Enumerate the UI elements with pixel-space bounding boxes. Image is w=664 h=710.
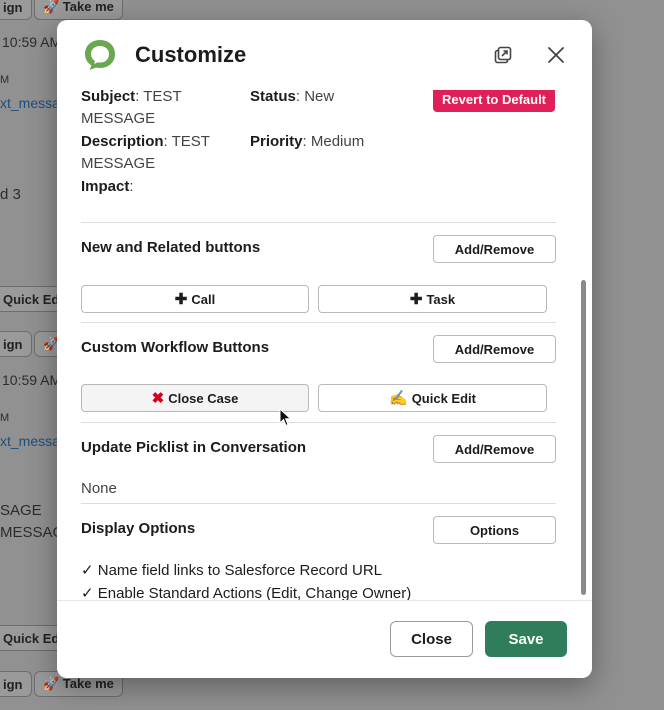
revert-to-default-button[interactable]: Revert to Default bbox=[433, 90, 555, 112]
task-label: Task bbox=[426, 291, 456, 307]
bg-chip-label: 🚀 Take me bbox=[43, 676, 114, 691]
popout-button[interactable] bbox=[488, 40, 518, 70]
subject-field: Subject: TEST MESSAGE bbox=[81, 90, 182, 127]
bg-link: xt_messa bbox=[0, 95, 60, 111]
status-field: Status: New bbox=[250, 90, 335, 105]
bg-chip-label: ign bbox=[3, 336, 23, 352]
divider bbox=[81, 422, 556, 423]
bg-text: M bbox=[0, 74, 10, 86]
display-option-name-links: ✓ Name field links to Salesforce Record … bbox=[81, 562, 383, 579]
customize-modal: Customize Subject: TEST MESSAGE Status: … bbox=[57, 20, 592, 678]
bg-chip-label: ign bbox=[3, 0, 23, 15]
writing-hand-icon: ✍ bbox=[389, 390, 408, 407]
priority-field: Priority: Medium bbox=[250, 133, 365, 150]
bg-text: d 3 bbox=[0, 186, 21, 203]
close-modal-button[interactable] bbox=[541, 40, 571, 70]
priority-label: Priority bbox=[250, 133, 303, 150]
bg-chip-label: ign bbox=[3, 676, 23, 692]
bg-chip-label: Quick Ed bbox=[3, 291, 60, 307]
workflow-add-remove-button[interactable]: Add/Remove bbox=[433, 335, 556, 363]
impact-label: Impact bbox=[81, 178, 130, 195]
picklist-title: Update Picklist in Conversation bbox=[81, 439, 307, 456]
bg-chip-label: 🚀 Take me bbox=[43, 0, 114, 14]
new-related-add-remove-button[interactable]: Add/Remove bbox=[433, 235, 556, 263]
bg-quick-edit-chip: Quick Ed bbox=[0, 286, 64, 312]
subject-label: Subject bbox=[81, 90, 136, 105]
mouse-cursor-icon bbox=[279, 408, 292, 427]
picklist-add-remove-button[interactable]: Add/Remove bbox=[433, 435, 556, 463]
plus-icon: ✚ bbox=[409, 291, 423, 308]
bg-chip: ign bbox=[0, 331, 32, 357]
popout-icon bbox=[494, 46, 512, 64]
impact-field: Impact: bbox=[81, 178, 134, 195]
close-icon bbox=[548, 47, 564, 63]
close-button[interactable]: Close bbox=[390, 621, 473, 657]
divider bbox=[81, 503, 556, 504]
app-logo-icon bbox=[85, 40, 115, 70]
modal-body[interactable]: Subject: TEST MESSAGE Status: New Revert… bbox=[57, 90, 592, 600]
bg-quick-edit-chip: Quick Ed bbox=[0, 625, 64, 651]
divider bbox=[81, 322, 556, 323]
picklist-value: None bbox=[81, 480, 117, 497]
close-case-label: Close Case bbox=[168, 390, 239, 406]
bg-link: xt_messa bbox=[0, 433, 60, 449]
task-button[interactable]: ✚ Task bbox=[318, 285, 547, 313]
scrollbar-thumb[interactable] bbox=[581, 280, 586, 595]
status-value: New bbox=[304, 90, 335, 105]
close-case-button[interactable]: ✖ Close Case bbox=[81, 384, 309, 412]
bg-text: M bbox=[0, 412, 10, 424]
call-button[interactable]: ✚ Call bbox=[81, 285, 309, 313]
display-options-title: Display Options bbox=[81, 520, 196, 537]
bg-chip-label: Quick Ed bbox=[3, 630, 60, 646]
priority-value: Medium bbox=[310, 133, 365, 150]
bg-text: SAGE bbox=[0, 502, 42, 519]
plus-icon: ✚ bbox=[174, 291, 188, 308]
call-label: Call bbox=[191, 291, 216, 307]
red-x-icon: ✖ bbox=[151, 390, 165, 407]
bg-text: MESSAG bbox=[0, 524, 65, 541]
quick-edit-label: Quick Edit bbox=[411, 390, 476, 406]
modal-header: Customize bbox=[57, 20, 592, 90]
modal-footer: Close Save bbox=[57, 600, 592, 678]
modal-title: Customize bbox=[135, 42, 247, 67]
bg-chip: ign bbox=[0, 671, 32, 697]
divider bbox=[81, 222, 556, 223]
bg-timestamp: 10:59 AM bbox=[2, 34, 62, 50]
bg-timestamp: 10:59 AM bbox=[2, 372, 62, 388]
options-button[interactable]: Options bbox=[433, 516, 556, 544]
display-option-standard-actions: ✓ Enable Standard Actions (Edit, Change … bbox=[81, 585, 412, 600]
status-label: Status bbox=[250, 90, 296, 105]
bg-take-me-chip: 🚀 Take me bbox=[34, 0, 123, 20]
description-field: Description: TEST MESSAGE bbox=[81, 133, 210, 172]
save-button[interactable]: Save bbox=[485, 621, 567, 657]
new-related-title: New and Related buttons bbox=[81, 239, 261, 256]
description-label: Description bbox=[81, 133, 164, 150]
workflow-title: Custom Workflow Buttons bbox=[81, 339, 270, 356]
bg-chip: ign bbox=[0, 0, 32, 20]
quick-edit-button[interactable]: ✍ Quick Edit bbox=[318, 384, 547, 412]
